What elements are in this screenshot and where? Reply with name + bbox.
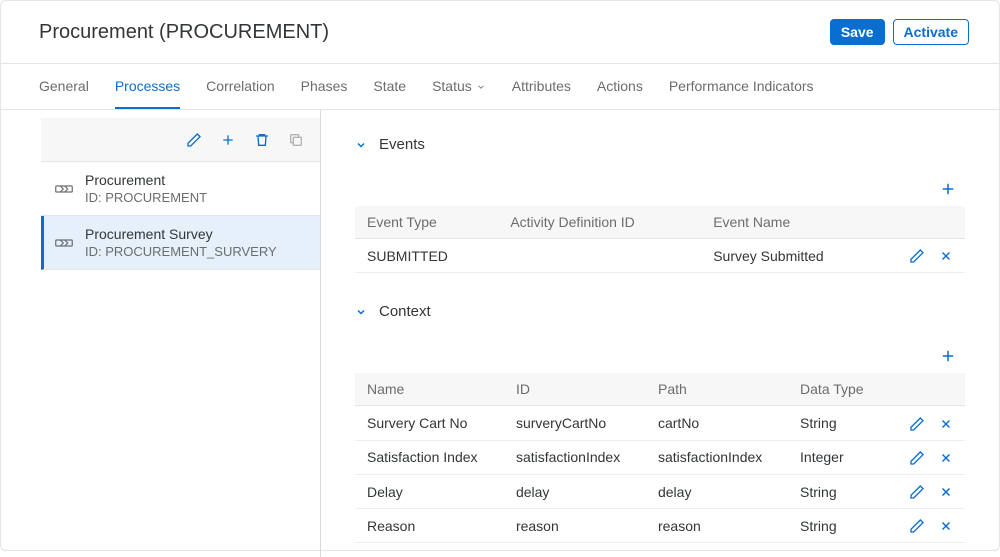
process-list-item[interactable]: Procurement Survey ID: PROCUREMENT_SURVER… [41,216,320,270]
main-panel: Events Event Type Activity Definition ID… [321,110,999,557]
context-col-id: ID [504,373,646,406]
copy-icon [288,131,304,148]
activate-button[interactable]: Activate [893,19,969,45]
events-toolbar [355,173,965,206]
process-list: Procurement ID: PROCUREMENT Procurement Su… [41,162,320,270]
tab-general[interactable]: General [39,64,89,109]
process-title: Procurement Survey [85,226,277,242]
tab-phases[interactable]: Phases [301,64,348,109]
edit-icon[interactable] [909,483,925,500]
close-icon[interactable] [939,449,953,466]
context-dtype: String [788,406,885,440]
events-col-activity: Activity Definition ID [498,206,701,239]
context-id: delay [504,474,646,508]
table-row: Satisfaction IndexsatisfactionIndexsatis… [355,440,965,474]
events-col-type: Event Type [355,206,498,239]
context-path: delay [646,474,788,508]
close-icon[interactable] [939,517,953,534]
close-icon[interactable] [939,247,953,264]
trash-icon[interactable] [254,131,270,148]
event-name: Survey Submitted [701,239,885,273]
events-col-name: Event Name [701,206,885,239]
tab-correlation[interactable]: Correlation [206,64,274,109]
tab-bar: General Processes Correlation Phases State St… [1,64,999,110]
page-header: Procurement (PROCUREMENT) Save Activate [1,1,999,64]
process-icon [55,236,73,250]
event-type: SUBMITTED [355,239,498,273]
context-dtype: Integer [788,440,885,474]
add-event-button[interactable] [939,177,957,200]
process-id: ID: PROCUREMENT [85,190,207,205]
context-id: satisfactionIndex [504,440,646,474]
table-row: SUBMITTED Survey Submitted [355,239,965,273]
add-context-button[interactable] [939,344,957,367]
context-id: surveryCartNo [504,406,646,440]
edit-icon[interactable] [909,414,925,431]
context-name: Delay [355,474,504,508]
event-activity [498,239,701,273]
context-name: Satisfaction Index [355,440,504,474]
table-row: ReasonreasonreasonString [355,509,965,543]
tab-state[interactable]: State [373,64,406,109]
context-path: cartNo [646,406,788,440]
context-title: Context [379,303,431,320]
process-icon [55,182,73,196]
edit-icon[interactable] [909,517,925,534]
context-section: Context Name ID Path Data Type Sur [355,303,965,543]
chevron-down-icon [476,78,486,94]
tab-actions[interactable]: Actions [597,64,643,109]
context-dtype: String [788,509,885,543]
events-header[interactable]: Events [355,136,965,153]
context-table: Name ID Path Data Type Survery Cart Nosu… [355,373,965,543]
edit-icon[interactable] [186,131,202,148]
sidebar: Procurement ID: PROCUREMENT Procurement Su… [1,110,321,557]
edit-icon[interactable] [909,449,925,466]
close-icon[interactable] [939,483,953,500]
events-section: Events Event Type Activity Definition ID… [355,136,965,273]
process-list-item[interactable]: Procurement ID: PROCUREMENT [41,162,320,216]
tab-performance-indicators[interactable]: Performance Indicators [669,64,814,109]
plus-icon[interactable] [220,131,236,148]
table-row: Survery Cart NosurveryCartNocartNoString [355,406,965,440]
tab-attributes[interactable]: Attributes [512,64,571,109]
context-path: satisfactionIndex [646,440,788,474]
events-col-actions [885,206,965,239]
context-col-name: Name [355,373,504,406]
process-id: ID: PROCUREMENT_SURVERY [85,244,277,259]
table-row: DelaydelaydelayString [355,474,965,508]
process-title: Procurement [85,172,207,188]
context-id: reason [504,509,646,543]
context-name: Reason [355,509,504,543]
events-title: Events [379,136,425,153]
chevron-down-icon [355,303,367,320]
header-actions: Save Activate [830,19,969,45]
edit-icon[interactable] [909,247,925,264]
context-path: reason [646,509,788,543]
tab-processes[interactable]: Processes [115,64,180,109]
context-col-dtype: Data Type [788,373,885,406]
events-table: Event Type Activity Definition ID Event … [355,206,965,273]
context-name: Survery Cart No [355,406,504,440]
tab-status[interactable]: Status [432,64,486,109]
context-col-actions [885,373,965,406]
context-header[interactable]: Context [355,303,965,320]
context-toolbar [355,340,965,373]
sidebar-toolbar [41,118,320,162]
chevron-down-icon [355,136,367,153]
context-col-path: Path [646,373,788,406]
context-dtype: String [788,474,885,508]
save-button[interactable]: Save [830,19,885,45]
close-icon[interactable] [939,414,953,431]
content: Procurement ID: PROCUREMENT Procurement Su… [1,110,999,557]
page-title: Procurement (PROCUREMENT) [39,21,329,44]
